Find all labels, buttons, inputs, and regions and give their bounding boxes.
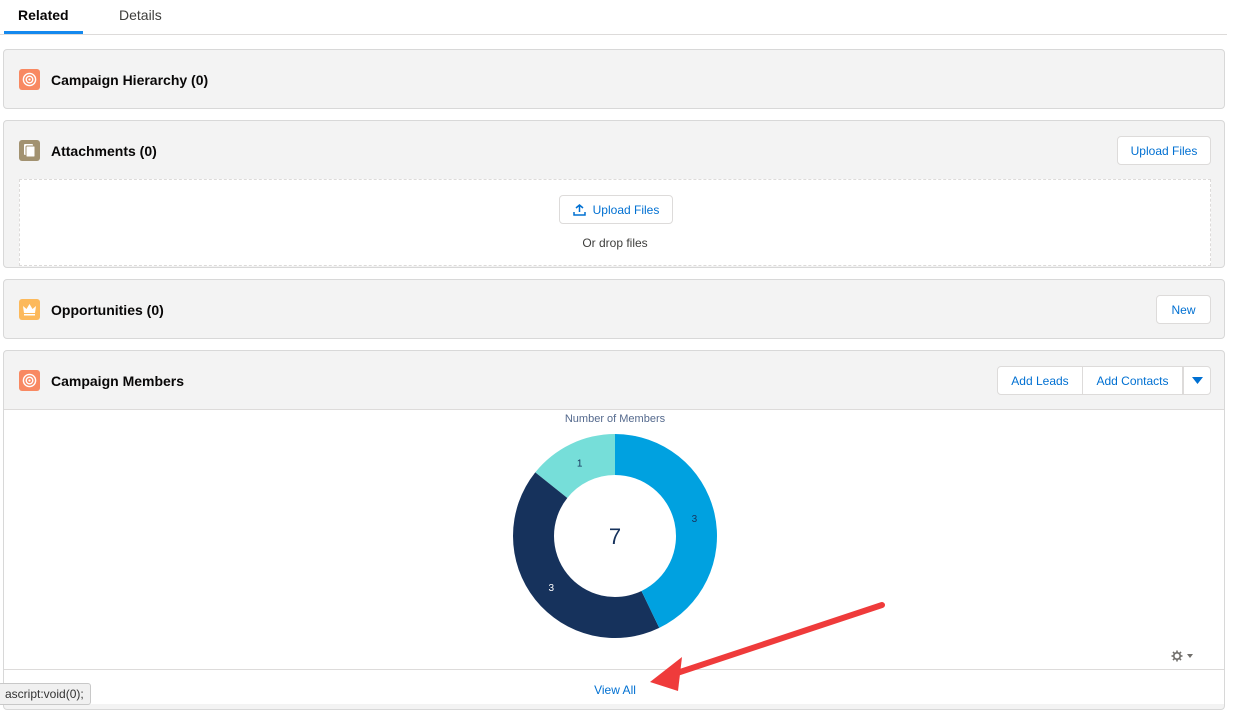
- tab-related[interactable]: Related: [18, 7, 69, 23]
- dropzone-upload-button[interactable]: Upload Files: [559, 195, 673, 224]
- target-icon: [19, 69, 40, 90]
- chart-area: Number of Members 7 331: [4, 409, 1224, 670]
- opportunities-card: Opportunities (0) New: [3, 279, 1225, 339]
- card-title[interactable]: Campaign Members: [51, 373, 184, 389]
- new-opportunity-button[interactable]: New: [1156, 295, 1211, 324]
- chevron-down-icon: [1191, 377, 1203, 384]
- gear-icon: [1171, 650, 1183, 662]
- donut-chart: 7 3 3 1: [512, 434, 718, 639]
- tab-details[interactable]: Details: [119, 7, 162, 23]
- active-tab-indicator: [4, 31, 83, 34]
- campaign-members-card: Campaign Members Add Leads Add Contacts …: [3, 350, 1225, 710]
- upload-files-button[interactable]: Upload Files: [1117, 136, 1211, 165]
- tab-bar: Related Details: [0, 0, 1227, 35]
- card-title[interactable]: Attachments (0): [51, 143, 157, 159]
- crown-icon: [19, 299, 40, 320]
- status-bar-url: ascript:void(0);: [0, 683, 91, 705]
- card-header: Campaign Members Add Leads Add Contacts: [4, 351, 1224, 409]
- upload-icon: [572, 203, 586, 216]
- chart-total: 7: [609, 524, 621, 549]
- target-icon: [19, 370, 40, 391]
- chevron-down-icon: [1187, 654, 1193, 658]
- donut-slice[interactable]: [512, 472, 660, 639]
- card-footer: View All: [4, 669, 1224, 704]
- slice-label: 3: [692, 514, 698, 525]
- slice-label: 3: [548, 583, 554, 594]
- card-header: Campaign Hierarchy (0): [4, 50, 1224, 108]
- slice-label: 1: [577, 459, 583, 470]
- add-contacts-button[interactable]: Add Contacts: [1082, 366, 1183, 395]
- card-title[interactable]: Campaign Hierarchy (0): [51, 72, 208, 88]
- drop-files-text: Or drop files: [582, 236, 648, 250]
- campaign-hierarchy-card: Campaign Hierarchy (0): [3, 49, 1225, 109]
- add-leads-button[interactable]: Add Leads: [997, 366, 1083, 395]
- card-header: Attachments (0) Upload Files: [4, 121, 1224, 179]
- upload-label: Upload Files: [592, 202, 660, 217]
- file-dropzone[interactable]: Upload Files Or drop files: [19, 179, 1211, 266]
- file-icon: [19, 140, 40, 161]
- chart-settings-button[interactable]: [1171, 650, 1193, 662]
- attachments-card: Attachments (0) Upload Files Upload File…: [3, 120, 1225, 268]
- card-header: Opportunities (0) New: [4, 280, 1224, 338]
- view-all-link[interactable]: View All: [4, 683, 1226, 697]
- more-actions-button[interactable]: [1183, 366, 1211, 395]
- card-title[interactable]: Opportunities (0): [51, 302, 164, 318]
